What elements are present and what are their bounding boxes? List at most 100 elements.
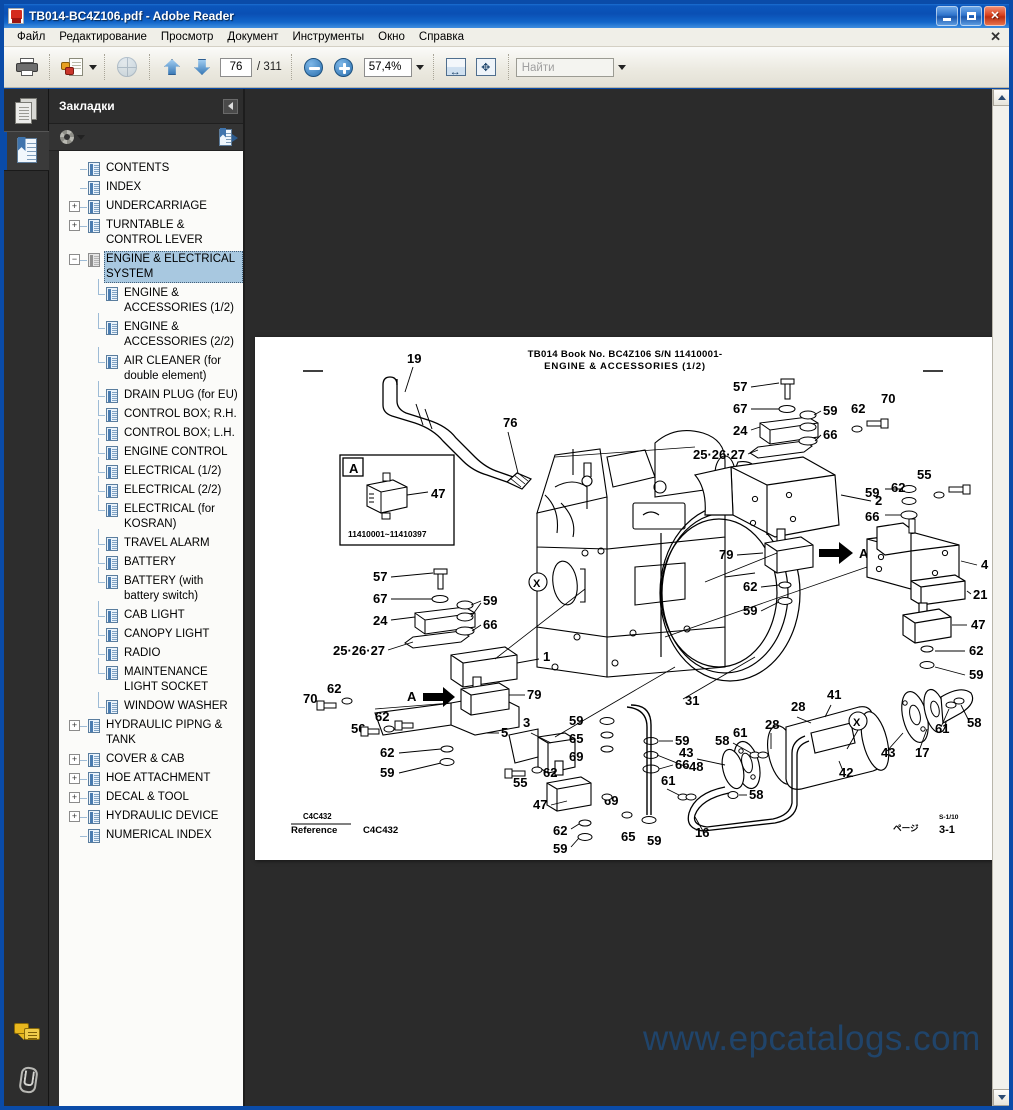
bookmark-item[interactable]: ENGINE CONTROL: [59, 438, 243, 462]
bookmark-item[interactable]: BATTERY: [59, 548, 243, 572]
bookmark-item[interactable]: DRAIN PLUG (for EU): [59, 381, 243, 405]
close-toolbar-icon[interactable]: ✕: [990, 29, 1001, 45]
bookmark-label: WINDOW WASHER: [124, 700, 228, 712]
maximize-button[interactable]: [960, 6, 982, 26]
options-dropdown-icon[interactable]: [77, 134, 85, 140]
page-number-input[interactable]: 76: [220, 57, 252, 77]
zoom-in-icon: [334, 57, 354, 77]
expand-icon[interactable]: +: [69, 220, 80, 231]
share-dropdown-icon[interactable]: [89, 64, 97, 70]
menu-item-tools[interactable]: Инструменты: [285, 30, 371, 44]
diagram-header-line2: ENGINE & ACCESSORIES (1/2): [544, 361, 706, 372]
bookmark-item[interactable]: CONTENTS: [59, 159, 243, 178]
tree-connector: [98, 279, 105, 317]
scroll-down-icon[interactable]: [993, 1089, 1009, 1106]
callout-62-left2: 62: [380, 745, 394, 760]
expand-current-bookmark-icon[interactable]: [219, 127, 238, 146]
tree-connector: [98, 438, 105, 461]
bookmark-page-icon: [88, 791, 100, 805]
bookmark-item[interactable]: − ENGINE & ELECTRICAL SYSTEM: [59, 250, 243, 284]
zoom-in-button[interactable]: [329, 53, 359, 81]
bookmark-item[interactable]: ELECTRICAL (1/2): [59, 457, 243, 481]
bookmark-page-icon: [106, 609, 118, 623]
bookmark-item[interactable]: CONTROL BOX; L.H.: [59, 419, 243, 443]
bookmarks-header: Закладки: [49, 89, 243, 124]
bookmarks-tree[interactable]: CONTENTS INDEX + UNDERCARRIAGE + TURNTABLE & …: [59, 151, 243, 1106]
attachments-button[interactable]: [4, 1058, 49, 1098]
bookmark-item[interactable]: + HYDRAULIC DEVICE: [59, 807, 243, 826]
bookmark-item[interactable]: CONTROL BOX; R.H.: [59, 400, 243, 424]
collapse-icon[interactable]: −: [69, 254, 80, 265]
document-viewport[interactable]: TB014 Book No. BC4Z106 S/N 11410001- ENG…: [245, 89, 1009, 1106]
bookmark-item[interactable]: WINDOW WASHER: [59, 692, 243, 716]
bookmark-item[interactable]: ENGINE & ACCESSORIES (2/2): [59, 313, 243, 352]
tree-connector: [98, 400, 105, 423]
expand-icon[interactable]: +: [69, 201, 80, 212]
callout-62-right-79: 62: [743, 579, 757, 594]
menu-item-help[interactable]: Справка: [412, 30, 471, 44]
tree-connector: [98, 476, 105, 499]
expand-icon[interactable]: +: [69, 754, 80, 765]
bookmark-label: RADIO: [124, 647, 161, 659]
zoom-out-button[interactable]: [299, 53, 329, 81]
fit-width-button[interactable]: [441, 53, 471, 81]
scroll-up-icon[interactable]: [993, 89, 1009, 106]
bookmark-item[interactable]: RADIO: [59, 639, 243, 663]
zoom-level-input[interactable]: 57,4%: [363, 57, 412, 77]
page-thumbnails-button[interactable]: [4, 91, 49, 131]
print-button[interactable]: [12, 53, 42, 81]
callout-48: 48: [689, 759, 703, 774]
bookmark-item[interactable]: AIR CLEANER (for double element): [59, 347, 243, 386]
collapse-panel-icon[interactable]: [223, 98, 238, 114]
bookmark-item[interactable]: MAINTENANCE LIGHT SOCKET: [59, 658, 243, 697]
callout-252627-left: 25·26·27: [333, 643, 385, 658]
bookmark-item[interactable]: ENGINE & ACCESSORIES (1/2): [59, 279, 243, 318]
tree-connector: [98, 313, 105, 351]
bookmark-item[interactable]: CANOPY LIGHT: [59, 620, 243, 644]
zoom-dropdown-button[interactable]: [412, 58, 426, 77]
callout-19: 19: [407, 351, 421, 366]
bookmark-item[interactable]: CAB LIGHT: [59, 601, 243, 625]
email-share-button[interactable]: [57, 53, 87, 81]
menu-item-edit[interactable]: Редактирование: [52, 30, 154, 44]
bookmark-item[interactable]: + HOE ATTACHMENT: [59, 769, 243, 788]
footer-reference-code: C4C432: [363, 825, 398, 836]
menu-item-window[interactable]: Окно: [371, 30, 412, 44]
bookmark-item[interactable]: + DECAL & TOOL: [59, 788, 243, 807]
expand-icon[interactable]: +: [69, 811, 80, 822]
bookmark-item[interactable]: + HYDRAULIC PIPNG & TANK: [59, 716, 243, 750]
menu-item-document[interactable]: Документ: [220, 30, 285, 44]
minimize-button[interactable]: [936, 6, 958, 26]
menu-item-file[interactable]: Файл: [10, 30, 52, 44]
bookmark-item[interactable]: TRAVEL ALARM: [59, 529, 243, 553]
fit-page-button[interactable]: ✥: [471, 53, 501, 81]
bookmark-item[interactable]: ELECTRICAL (2/2): [59, 476, 243, 500]
find-input[interactable]: Найти: [515, 57, 614, 77]
close-button[interactable]: ✕: [984, 6, 1006, 26]
find-dropdown-button[interactable]: [614, 58, 628, 77]
previous-page-button[interactable]: [157, 53, 187, 81]
parts-diagram: TB014 Book No. BC4Z106 S/N 11410001- ENG…: [291, 349, 989, 856]
bookmark-item[interactable]: INDEX: [59, 178, 243, 197]
vertical-scrollbar[interactable]: [992, 89, 1009, 1106]
web-capture-button[interactable]: [112, 53, 142, 81]
bookmark-item[interactable]: ELECTRICAL (for KOSRAN): [59, 495, 243, 534]
bookmark-item[interactable]: + UNDERCARRIAGE: [59, 197, 243, 216]
bookmark-item[interactable]: + TURNTABLE & CONTROL LEVER: [59, 216, 243, 250]
bookmark-item[interactable]: NUMERICAL INDEX: [59, 826, 243, 845]
expand-icon[interactable]: +: [69, 792, 80, 803]
next-page-button[interactable]: [187, 53, 217, 81]
menu-item-view[interactable]: Просмотр: [154, 30, 221, 44]
bookmark-label: CONTROL BOX; R.H.: [124, 408, 237, 420]
expand-icon[interactable]: +: [69, 773, 80, 784]
bookmark-page-icon: [106, 700, 118, 714]
tree-connector: [80, 808, 87, 825]
gear-icon[interactable]: [59, 129, 75, 145]
expand-icon[interactable]: +: [69, 720, 80, 731]
bookmark-label: AIR CLEANER (for double element): [124, 355, 222, 382]
bookmark-item[interactable]: + COVER & CAB: [59, 750, 243, 769]
comments-button[interactable]: [4, 1014, 49, 1054]
bookmarks-panel-button[interactable]: [4, 131, 49, 171]
comments-icon: [13, 1023, 40, 1045]
bookmark-item[interactable]: BATTERY (with battery switch): [59, 567, 243, 606]
